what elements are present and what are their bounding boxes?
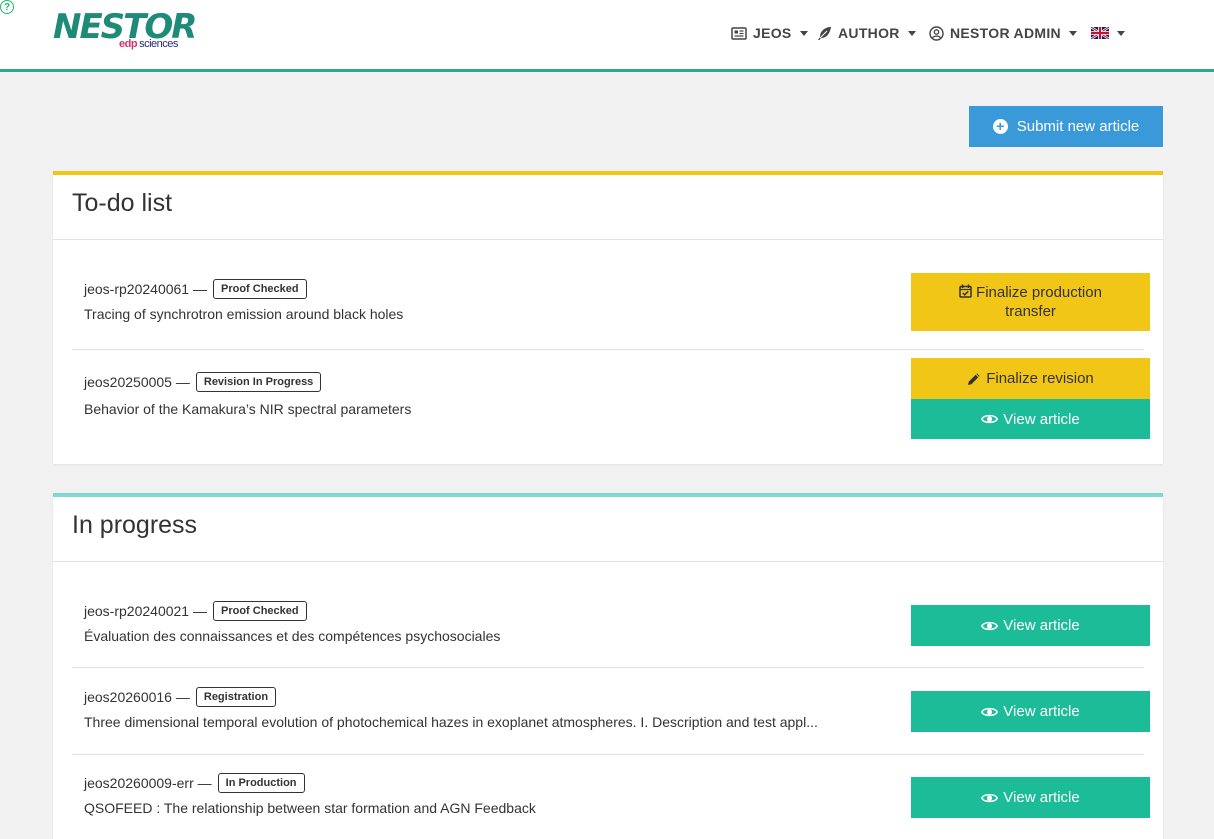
nestor-logo[interactable]: NESTOR edp sciences — [53, 7, 197, 57]
nav-admin-dropdown[interactable]: NESTOR ADMIN — [929, 22, 1077, 44]
view-article-label: View article — [1003, 617, 1080, 634]
id-separator: — — [192, 281, 207, 297]
article-title: Three dimensional temporal evolution of … — [84, 714, 818, 730]
id-separator: — — [197, 775, 212, 791]
article-title: Behavior of the Kamakura’s NIR spectral … — [84, 401, 412, 417]
logo-subtitle: edp sciences — [119, 38, 178, 50]
status-badge: In Production — [217, 773, 305, 793]
article-id-line: jeos20250005 — Revision In Progress — [84, 372, 322, 392]
language-dropdown[interactable] — [1091, 22, 1125, 44]
todo-card-title: To-do list — [72, 189, 173, 217]
eye-icon — [981, 707, 999, 716]
view-article-button[interactable]: View article — [911, 691, 1150, 732]
in-progress-card-title: In progress — [72, 511, 198, 539]
nav-jeos-label: JEOS — [753, 25, 792, 41]
pencil-icon — [968, 372, 980, 385]
question-circle-icon: ? — [3, 1, 11, 13]
todo-list-card: To-do list jeos-rp20240061 — Proof Check… — [53, 171, 1163, 464]
todo-card-header: To-do list — [53, 175, 1163, 240]
article-id[interactable]: jeos-rp20240061 — [84, 281, 189, 297]
article-id-line: jeos-rp20240021 — Proof Checked — [84, 601, 307, 621]
article-id[interactable]: jeos20250005 — [84, 374, 172, 390]
help-button[interactable]: ? — [0, 0, 14, 14]
nav-admin-label: NESTOR ADMIN — [950, 25, 1061, 41]
in-progress-row: jeos20260016 — Registration Three dimens… — [72, 669, 1150, 755]
in-progress-row: jeos20260009-err — In Production QSOFEED… — [72, 756, 1150, 839]
chevron-down-icon — [799, 30, 808, 36]
view-article-label: View article — [1003, 703, 1080, 720]
view-article-button[interactable]: View article — [911, 605, 1150, 646]
article-title: QSOFEED : The relationship between star … — [84, 800, 536, 816]
view-article-button[interactable]: View article — [911, 777, 1150, 818]
nav-author-label: AUTHOR — [838, 25, 900, 41]
plus-circle-icon: + — [992, 119, 1008, 134]
chevron-down-icon — [1068, 30, 1077, 36]
finalize-production-transfer-button[interactable]: Finalize production transfer — [911, 273, 1150, 331]
nav-author-dropdown[interactable]: AUTHOR — [817, 22, 916, 44]
id-separator: — — [192, 603, 207, 619]
view-article-label: View article — [1003, 789, 1080, 806]
article-title: Évaluation des connaissances et des comp… — [84, 628, 501, 644]
id-separator: — — [175, 374, 190, 390]
eye-icon — [981, 793, 999, 802]
finalize-revision-label: Finalize revision — [986, 370, 1094, 387]
logo-edp: edp — [119, 38, 138, 50]
calendar-check-icon — [959, 284, 972, 298]
logo-sciences: sciences — [139, 38, 178, 50]
article-id[interactable]: jeos-rp20240021 — [84, 603, 189, 619]
nav-jeos-dropdown[interactable]: JEOS — [731, 22, 808, 44]
article-title: Tracing of synchrotron emission around b… — [84, 306, 404, 322]
status-badge: Registration — [195, 687, 277, 707]
eye-icon — [981, 414, 999, 424]
eye-icon — [981, 621, 999, 630]
user-circle-icon — [929, 25, 944, 41]
article-id-line: jeos20260009-err — In Production — [84, 773, 305, 793]
submit-new-article-label: Submit new article — [1016, 118, 1140, 135]
article-id-line: jeos-rp20240061 — Proof Checked — [84, 279, 307, 299]
status-badge: Revision In Progress — [195, 372, 322, 392]
status-badge: Proof Checked — [212, 601, 307, 621]
article-id-line: jeos20260016 — Registration — [84, 687, 277, 707]
id-separator: — — [175, 689, 190, 705]
chevron-down-icon — [1117, 30, 1125, 36]
finalize-revision-button[interactable]: Finalize revision — [911, 358, 1150, 399]
article-id[interactable]: jeos20260016 — [84, 689, 172, 705]
in-progress-card: In progress jeos-rp20240021 — Proof Chec… — [53, 493, 1163, 839]
chevron-down-icon — [907, 30, 916, 36]
status-badge: Proof Checked — [212, 279, 307, 299]
in-progress-card-header: In progress — [53, 497, 1163, 562]
newspaper-icon — [731, 26, 747, 40]
in-progress-row: jeos-rp20240021 — Proof Checked Évaluati… — [72, 580, 1150, 668]
finalize-production-transfer-label: Finalize production transfer — [936, 283, 1125, 321]
todo-row: jeos-rp20240061 — Proof Checked Tracing … — [72, 258, 1150, 350]
view-article-button[interactable]: View article — [911, 399, 1150, 439]
feather-icon — [818, 26, 831, 40]
submit-new-article-button[interactable]: + Submit new article — [969, 106, 1163, 147]
view-article-label: View article — [1003, 410, 1080, 428]
top-navbar: NESTOR edp sciences JEOS AUTHOR NESTOR AD… — [0, 0, 1214, 72]
todo-row: jeos20250005 — Revision In Progress Beha… — [72, 351, 1150, 455]
article-id[interactable]: jeos20260009-err — [84, 775, 194, 791]
uk-flag-icon — [1091, 27, 1109, 39]
